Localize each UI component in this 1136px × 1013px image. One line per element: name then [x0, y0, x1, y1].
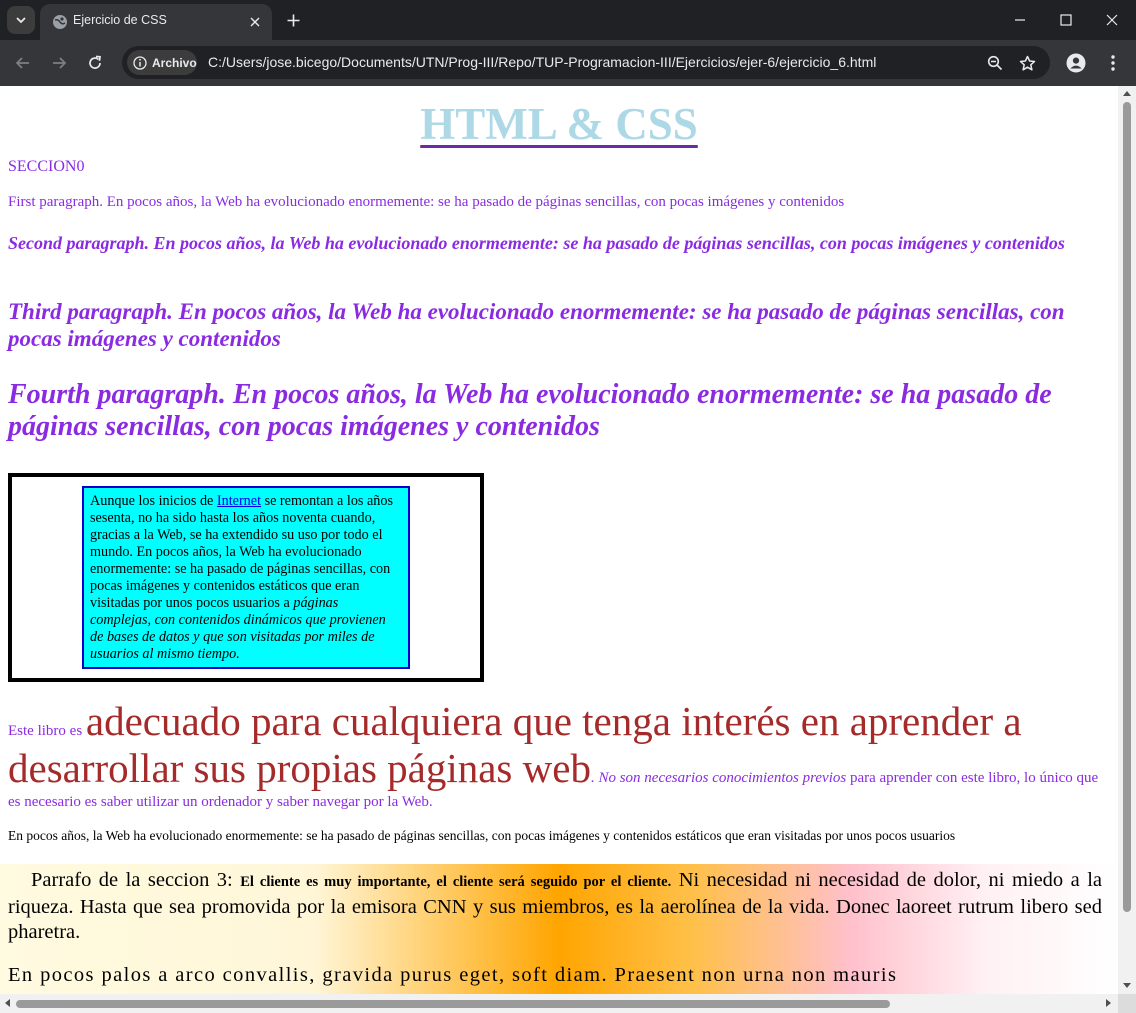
page-heading: HTML & CSS	[0, 98, 1118, 150]
libro-start: Este libro es	[8, 723, 86, 739]
second-paragraph: Second paragraph. En pocos años, la Web …	[8, 233, 1065, 253]
chevron-down-icon	[16, 17, 26, 24]
tab-search-button[interactable]	[7, 6, 35, 34]
page-content: HTML & CSS SECCION0 First paragraph. En …	[0, 86, 1118, 994]
globe-icon	[53, 15, 67, 29]
new-tab-button[interactable]	[282, 9, 304, 31]
tab-bar: Ejercicio de CSS	[0, 0, 1136, 40]
maximize-button[interactable]	[1054, 8, 1078, 32]
tab-active[interactable]: Ejercicio de CSS	[40, 4, 272, 40]
section0-label: SECCION0	[8, 158, 85, 175]
back-button[interactable]	[11, 51, 35, 75]
plain-paragraph: En pocos años, la Web ha evolucionado en…	[8, 828, 956, 843]
section3-start: Parrafo de la seccion 3:	[31, 869, 241, 891]
address-bar[interactable]: Archivo C:/Users/jose.bicego/Documents/U…	[122, 46, 1050, 79]
info-icon	[133, 55, 147, 70]
reload-icon	[89, 55, 101, 69]
scroll-left-arrow-icon[interactable]	[5, 999, 10, 1007]
close-window-button[interactable]	[1100, 8, 1124, 32]
tab-title: Ejercicio de CSS	[73, 13, 167, 27]
first-paragraph: First paragraph. En pocos años, la Web h…	[8, 194, 845, 210]
site-info-chip[interactable]: Archivo	[127, 50, 197, 75]
vertical-scrollbar[interactable]	[1118, 86, 1136, 994]
close-tab-icon[interactable]	[246, 13, 264, 31]
scroll-down-arrow-icon[interactable]	[1123, 983, 1131, 988]
kebab-menu-icon	[1111, 55, 1115, 71]
profile-icon	[1066, 53, 1086, 73]
browser-toolbar: Archivo C:/Users/jose.bicego/Documents/U…	[0, 40, 1136, 86]
menu-button[interactable]	[1101, 51, 1125, 75]
forward-button[interactable]	[47, 51, 71, 75]
reload-button[interactable]	[83, 51, 107, 75]
profile-button[interactable]	[1064, 51, 1088, 75]
section3-paragraph: Parrafo de la seccion 3: El cliente es m…	[8, 868, 1102, 945]
section3-second-paragraph: En pocos palos a arco convallis, gravida…	[8, 964, 898, 986]
page-viewport: HTML & CSS SECCION0 First paragraph. En …	[0, 86, 1136, 1013]
section3-bold: El cliente es muy importante, el cliente…	[240, 874, 672, 890]
libro-paragraph: Este libro es adecuado para cualquiera q…	[8, 698, 1112, 812]
third-paragraph: Third paragraph. En pocos años, la Web h…	[8, 299, 1065, 351]
zoom-icon[interactable]	[984, 52, 1006, 74]
plus-icon	[287, 14, 299, 26]
back-arrow-icon	[15, 57, 29, 69]
chip-label: Archivo	[152, 55, 197, 70]
bookmark-star-icon[interactable]	[1016, 52, 1038, 74]
scroll-up-arrow-icon[interactable]	[1123, 91, 1131, 96]
maximize-icon	[1060, 14, 1072, 26]
box-text-start: Aunque los inicios de	[90, 493, 217, 509]
horizontal-scrollbar[interactable]	[0, 994, 1118, 1013]
fourth-paragraph: Fourth paragraph. En pocos años, la Web …	[8, 379, 1052, 442]
vertical-scroll-thumb[interactable]	[1123, 102, 1131, 912]
url-text[interactable]: C:/Users/jose.bicego/Documents/UTN/Prog-…	[208, 54, 876, 70]
scrollbar-corner	[1118, 994, 1136, 1013]
horizontal-scroll-thumb[interactable]	[16, 1000, 890, 1008]
heading-text: HTML & CSS	[420, 99, 698, 149]
scroll-right-arrow-icon[interactable]	[1106, 999, 1111, 1007]
internet-link[interactable]: Internet	[217, 493, 261, 509]
minimize-icon	[1015, 19, 1025, 21]
inner-box: Aunque los inicios de Internet se remont…	[82, 486, 410, 669]
close-icon	[1106, 14, 1118, 26]
libro-italic: . No son necesarios conocimientos previo…	[590, 770, 847, 786]
forward-arrow-icon	[53, 57, 67, 69]
minimize-button[interactable]	[1008, 8, 1032, 32]
box-text-middle: se remontan a los años sesenta, no ha si…	[90, 493, 394, 611]
